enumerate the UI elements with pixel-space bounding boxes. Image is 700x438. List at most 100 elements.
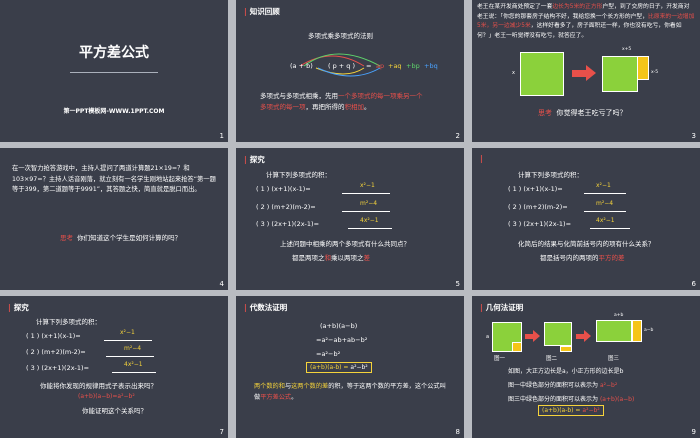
term-bp: +bp <box>406 62 420 70</box>
answer-line-2 <box>342 211 390 212</box>
slide-thumbnail-6[interactable]: | 计算下列多项式的积： ( 1 ) (x+1)(x-1)= x²−1 ( 2 … <box>472 148 700 290</box>
arrow-1-body <box>525 334 533 339</box>
area-line-2: 图三中绿色部分的面积可以表示为 (a+b)(a−b) <box>508 396 635 403</box>
answer-line-3 <box>112 372 156 373</box>
slide-heading: | 探究 <box>244 155 265 164</box>
slide-heading: | 探究 <box>8 303 29 312</box>
answer-1: x²−1 <box>120 329 135 336</box>
think-question: 思考 你觉得老王吃亏了吗？ <box>538 109 627 117</box>
question-text: 上述问题中相乘的两个多项式有什么共同点？ <box>280 240 410 248</box>
exercise-prompt: 计算下列多项式的积： <box>518 171 583 179</box>
slide-thumbnail-4[interactable]: 在一次智力抢答游戏中，主持人提问了两道计算题21×19=？和103×97=？主持… <box>0 148 228 290</box>
area-line-1: 图一中绿色部分的面积可以表示为 a²−b² <box>508 382 618 389</box>
slide-subtitle: 第一PPT模板网-WWW.1PPT.COM <box>63 108 165 115</box>
exercise-prompt: 计算下列多项式的积： <box>36 318 101 326</box>
question-text: 你能将你发现的规律用式子表示出来吗？ <box>40 382 157 390</box>
formula-eq: = <box>366 62 372 70</box>
answer-line-2 <box>106 356 154 357</box>
think-question: 思考 你们知道这个学生是如何计算的吗？ <box>60 234 182 242</box>
answer-2: m²−4 <box>124 345 142 352</box>
conclusion-text: 都是两项之和乘以两项之差 <box>292 254 370 262</box>
rule-text-line2: 多项式的每一项，再把所得的积相加。 <box>260 103 371 111</box>
figure-2-rect <box>544 322 572 346</box>
slide-heading: | 几何法证明 <box>480 303 524 312</box>
slide-number: 9 <box>691 428 696 436</box>
question-text-2: 你能证明这个关系吗？ <box>82 407 147 415</box>
figure-2-caption: 图二 <box>546 356 558 362</box>
figure-1-corner <box>512 342 522 352</box>
dim-x-label: x <box>512 70 515 76</box>
answer-1: x²−1 <box>360 182 375 189</box>
rule-title: 多项式乘多项式的法则 <box>308 32 373 40</box>
exercise-q2: ( 2 ) (m+2)(m-2)= <box>508 203 568 211</box>
figure-3-ab-label: a+b <box>614 313 624 318</box>
formula-left: (a + b) <box>290 62 313 70</box>
term-ap: ap <box>376 62 385 70</box>
slide-heading: | 代数法证明 <box>244 303 288 312</box>
slide-heading: | 知识回顾 <box>244 7 280 16</box>
rule-text-line1: 多项式与多项式相乘，先用一个多项式的每一项乘另一个 <box>260 92 423 100</box>
slide-thumbnail-1[interactable]: 平方差公式 第一PPT模板网-WWW.1PPT.COM 1 <box>0 0 228 142</box>
slide-thumbnail-8[interactable]: | 代数法证明 (a+b)(a−b) =a²−ab+ab−b² =a²−b² (a… <box>236 296 464 438</box>
arrow-2-icon <box>584 330 591 342</box>
figure-3-strip <box>632 320 642 342</box>
slide-number: 1 <box>219 132 224 140</box>
arrow-right-icon <box>586 65 596 81</box>
answer-line-3 <box>590 228 630 229</box>
answer-3: 4x²−1 <box>360 217 379 224</box>
dim-right-label: x-5 <box>651 70 659 75</box>
figure-2-strip <box>560 346 572 352</box>
figure-3-caption: 图三 <box>608 356 620 362</box>
final-formula: (a+b)(a-b) = a²−b² <box>538 405 604 416</box>
figure-1-a-label: a <box>486 334 490 340</box>
answer-line-3 <box>348 228 392 229</box>
answer-line-2 <box>584 211 626 212</box>
slide-number: 2 <box>455 132 460 140</box>
formula-mid: ( p + q ) <box>328 62 356 70</box>
term-bq: +bq <box>424 62 438 70</box>
question-text: 化简后的结果与化简前括号内的项有什么关系？ <box>518 240 655 248</box>
figure-3-rect <box>596 320 632 342</box>
slide-thumbnail-3[interactable]: 老王在某开发商处预定了一套边长为5米的正方形户型，到了交房的日子，开发商对老王说… <box>472 0 700 142</box>
exercise-q2: ( 2 ) (m+2)(m-2)= <box>26 348 86 356</box>
arrow-2-body <box>576 334 584 339</box>
term-aq: +aq <box>388 62 402 70</box>
story-text: 老王在某开发商处预定了一套边长为5米的正方形户型，到了交房的日子，开发商对老王说… <box>477 4 695 39</box>
rectangle-plot <box>602 56 638 92</box>
slide-number: 4 <box>219 280 224 288</box>
answer-2: m²−4 <box>360 200 378 207</box>
arrow-1-icon <box>533 330 540 342</box>
answer-3: 4x²−1 <box>596 217 615 224</box>
answer-line-1 <box>104 340 152 341</box>
dim-top-label: x+5 <box>622 47 632 52</box>
exercise-q1: ( 1 ) (x+1)(x-1)= <box>26 332 81 340</box>
answer-1: x²−1 <box>596 182 611 189</box>
answer-2: m²−4 <box>596 200 614 207</box>
exercise-q2: ( 2 ) (m+2)(m-2)= <box>256 203 316 211</box>
exercise-q3: ( 3 ) (2x+1)(2x-1)= <box>508 220 572 228</box>
figure-1-caption: 图一 <box>494 356 506 362</box>
answer-3: 4x²−1 <box>124 361 143 368</box>
conclusion-text: 都是括号内的两项的平方的差 <box>540 254 625 262</box>
proof-line-2: =a²−ab+ab−b² <box>316 336 368 344</box>
exercise-q3: ( 3 ) (2x+1)(2x-1)= <box>26 364 90 372</box>
rectangle-extension <box>637 56 649 80</box>
proof-line-1: (a+b)(a−b) <box>320 322 358 330</box>
geometry-description: 如图，大正方边长是a，小正方形的边长是b <box>508 368 624 375</box>
slide-thumbnail-5[interactable]: | 探究 计算下列多项式的积： ( 1 ) (x+1)(x-1)= x²−1 ( … <box>236 148 464 290</box>
rule-formula: (a+b)(a−b)=a²−b² <box>78 393 135 400</box>
slide-thumbnail-2[interactable]: | 知识回顾 多项式乘多项式的法则 (a + b) ( p + q ) = ap … <box>236 0 464 142</box>
proof-line-3: =a²−b² <box>316 350 341 358</box>
slide-title: 平方差公式 <box>79 45 149 61</box>
exercise-q1: ( 1 ) (x+1)(x-1)= <box>508 185 563 193</box>
exercise-prompt: 计算下列多项式的积： <box>266 171 331 179</box>
slide-number: 5 <box>455 280 460 288</box>
answer-line-1 <box>342 193 390 194</box>
slide-number: 8 <box>455 428 460 436</box>
slide-number: 7 <box>219 428 224 436</box>
square-plot <box>520 52 564 96</box>
slide-number: 3 <box>691 132 696 140</box>
slide-thumbnail-9[interactable]: | 几何法证明 a 图一 图二 a+b a−b 图三 如图，大正方边长是a，小正方… <box>472 296 700 438</box>
slide-heading: | <box>480 154 483 163</box>
slide-thumbnail-7[interactable]: | 探究 计算下列多项式的积： ( 1 ) (x+1)(x-1)= x²−1 ( … <box>0 296 228 438</box>
